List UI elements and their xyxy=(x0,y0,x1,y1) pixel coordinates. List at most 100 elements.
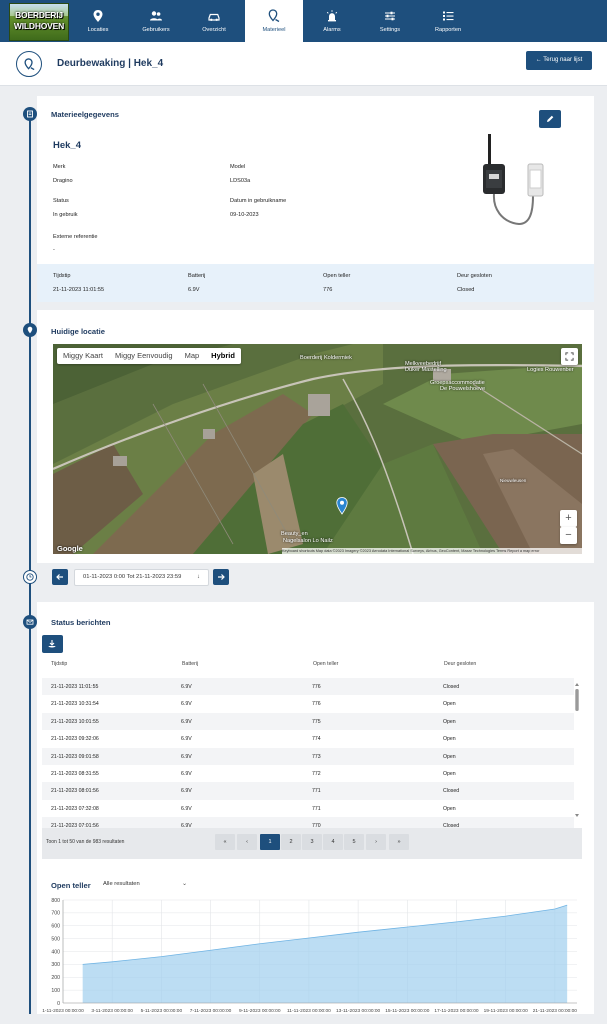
model-label: Model xyxy=(230,164,246,170)
table-cell: Open xyxy=(443,718,456,725)
page-icon xyxy=(16,51,42,77)
x-tick-label: 3-11-2023 00:00:00 xyxy=(91,1008,133,1014)
ref-value: - xyxy=(53,247,55,253)
location-map[interactable] xyxy=(53,344,582,554)
table-cell: 6.9V xyxy=(181,736,192,743)
section-title-location: Huidige locatie xyxy=(51,327,106,336)
map-pin-icon xyxy=(93,10,103,22)
open-teller-chart[interactable]: 0 100 200 300 400 500 600 700 800 1-11-2023 00:00… xyxy=(30,894,590,1020)
column-header-tijdstip[interactable]: Tijdstip xyxy=(51,661,67,667)
logo-line-1: BOERDERIJ xyxy=(15,10,63,20)
chart-title: Open teller xyxy=(51,881,91,890)
map-label-beauty: Beauty_en xyxy=(281,531,308,537)
page-4-button[interactable]: 4 xyxy=(323,834,343,850)
nav-item-gebruikers[interactable]: Gebruikers xyxy=(127,0,185,42)
column-header-batterij[interactable]: Batterij xyxy=(182,661,198,667)
pencil-icon xyxy=(547,115,554,122)
latest-tijdstip-value: 21-11-2023 11:01:55 xyxy=(53,287,105,293)
merk-value: Dragino xyxy=(53,178,73,184)
map-pin-icon xyxy=(27,326,33,334)
map-type-hybrid[interactable]: Hybrid xyxy=(205,348,241,364)
date-value: 09-10-2023 xyxy=(230,212,259,218)
table-cell: 21-11-2023 11:01:55 xyxy=(51,684,99,690)
table-cell: 771 xyxy=(312,805,321,812)
table-row[interactable]: 21-11-2023 08:01:56 6.9V 771 Closed xyxy=(42,782,574,800)
y-tick-label: 200 xyxy=(51,975,60,981)
table-row[interactable]: 21-11-2023 10:01:55 6.9V 775 Open xyxy=(42,712,574,731)
nav-label: Gebruikers xyxy=(142,27,170,33)
column-header-teller[interactable]: Open teller xyxy=(313,661,338,667)
list-icon xyxy=(443,11,454,21)
fullscreen-button[interactable] xyxy=(561,348,578,365)
table-row[interactable]: 21-11-2023 07:32:08 6.9V 771 Open xyxy=(42,800,574,817)
table-row[interactable]: 21-11-2023 10:31:54 6.9V 776 Open xyxy=(42,695,574,712)
map-attribution[interactable]: Keyboard shortcuts Map data ©2023 Imager… xyxy=(282,548,582,554)
date-range-picker[interactable]: 01-11-2023 0:00 Tot 21-11-2023 23:59 ↓ xyxy=(74,569,209,586)
page-5-button[interactable]: 5 xyxy=(344,834,364,850)
sliders-icon xyxy=(385,11,395,21)
page-last-button[interactable]: » xyxy=(389,834,409,850)
download-icon xyxy=(48,640,56,648)
nav-item-rapporten[interactable]: Rapporten xyxy=(419,0,477,42)
table-cell: 6.9V xyxy=(181,805,192,812)
date-range-text: 01-11-2023 0:00 Tot 21-11-2023 23:59 xyxy=(83,574,182,580)
location-pin-icon xyxy=(24,58,35,71)
y-tick-label: 400 xyxy=(51,949,60,955)
table-cell: 21-11-2023 08:01:56 xyxy=(51,788,99,795)
x-tick-label: 19-11-2023 00:00:00 xyxy=(484,1008,529,1014)
latest-teller-value: 776 xyxy=(323,287,333,293)
table-row[interactable]: 21-11-2023 09:32:06 6.9V 774 Open xyxy=(42,730,574,747)
table-cell: 6.9V xyxy=(181,788,192,795)
nav-item-locaties[interactable]: Locaties xyxy=(69,0,127,42)
next-range-button[interactable] xyxy=(213,569,229,585)
x-tick-label: 5-11-2023 00:00:00 xyxy=(141,1008,183,1014)
clock-icon xyxy=(26,573,34,581)
table-cell: 6.9V xyxy=(181,718,192,725)
zoom-in-button[interactable]: + xyxy=(560,510,577,527)
previous-range-button[interactable] xyxy=(52,569,68,585)
map-type-miggy-kaart[interactable]: Miggy Kaart xyxy=(57,348,109,364)
page-1-button[interactable]: 1 xyxy=(260,834,280,850)
map-type-miggy-eenvoudig[interactable]: Miggy Eenvoudig xyxy=(109,348,179,364)
table-scrollbar[interactable] xyxy=(575,683,579,817)
location-marker-icon[interactable] xyxy=(336,497,348,515)
nav-item-settings[interactable]: Settings xyxy=(361,0,419,42)
edit-material-button[interactable] xyxy=(539,110,561,128)
page-prev-button[interactable]: ‹ xyxy=(237,834,257,850)
page-title: Deurbewaking | Hek_4 xyxy=(57,58,164,69)
google-logo: Google xyxy=(57,544,83,553)
page-first-button[interactable]: « xyxy=(215,834,235,850)
latest-deur-value: Closed xyxy=(457,287,475,293)
back-to-list-button[interactable]: ← Terug naar lijst xyxy=(526,51,592,70)
status-label: Status xyxy=(53,198,69,204)
y-tick-label: 300 xyxy=(51,962,60,968)
page-2-button[interactable]: 2 xyxy=(281,834,301,850)
y-tick-label: 500 xyxy=(51,936,60,942)
nav-item-overzicht[interactable]: Overzicht xyxy=(185,0,243,42)
table-row[interactable]: 21-11-2023 08:31:55 6.9V 772 Open xyxy=(42,765,574,782)
table-row[interactable]: 21-11-2023 11:01:55 6.9V 776 Closed xyxy=(42,678,574,696)
nav-label: Settings xyxy=(379,27,401,33)
date-label: Datum in gebruikname xyxy=(230,198,287,204)
page-next-button[interactable]: › xyxy=(366,834,386,850)
timeline-line xyxy=(29,114,31,1014)
table-cell: 6.9V xyxy=(181,753,192,760)
column-header-deur[interactable]: Deur gesloten xyxy=(444,661,476,667)
table-cell: 21-11-2023 09:32:06 xyxy=(51,736,99,743)
company-logo[interactable]: BOERDERIJ WILDHOVEN xyxy=(9,3,69,41)
nav-item-materieel[interactable]: Materieel xyxy=(245,0,303,42)
page-3-button[interactable]: 3 xyxy=(302,834,322,850)
page-header: Deurbewaking | Hek_4 ← Terug naar lijst xyxy=(0,42,607,86)
table-row[interactable]: 21-11-2023 07:01:56 6.9V 770 Closed xyxy=(42,817,574,828)
export-button[interactable] xyxy=(42,635,63,653)
table-cell: 771 xyxy=(312,788,321,795)
chart-filter-select[interactable]: Alle resultaten ⌄ xyxy=(103,881,187,887)
x-tick-label: 9-11-2023 00:00:00 xyxy=(239,1008,281,1014)
nav-label: Rapporten xyxy=(434,27,462,33)
table-cell: 776 xyxy=(312,684,321,690)
location-pin-icon xyxy=(268,9,280,23)
nav-item-alarms[interactable]: Alarms xyxy=(303,0,361,42)
map-type-map[interactable]: Map xyxy=(179,348,206,364)
table-row[interactable]: 21-11-2023 09:01:58 6.9V 773 Open xyxy=(42,747,574,765)
zoom-out-button[interactable]: − xyxy=(560,527,577,544)
